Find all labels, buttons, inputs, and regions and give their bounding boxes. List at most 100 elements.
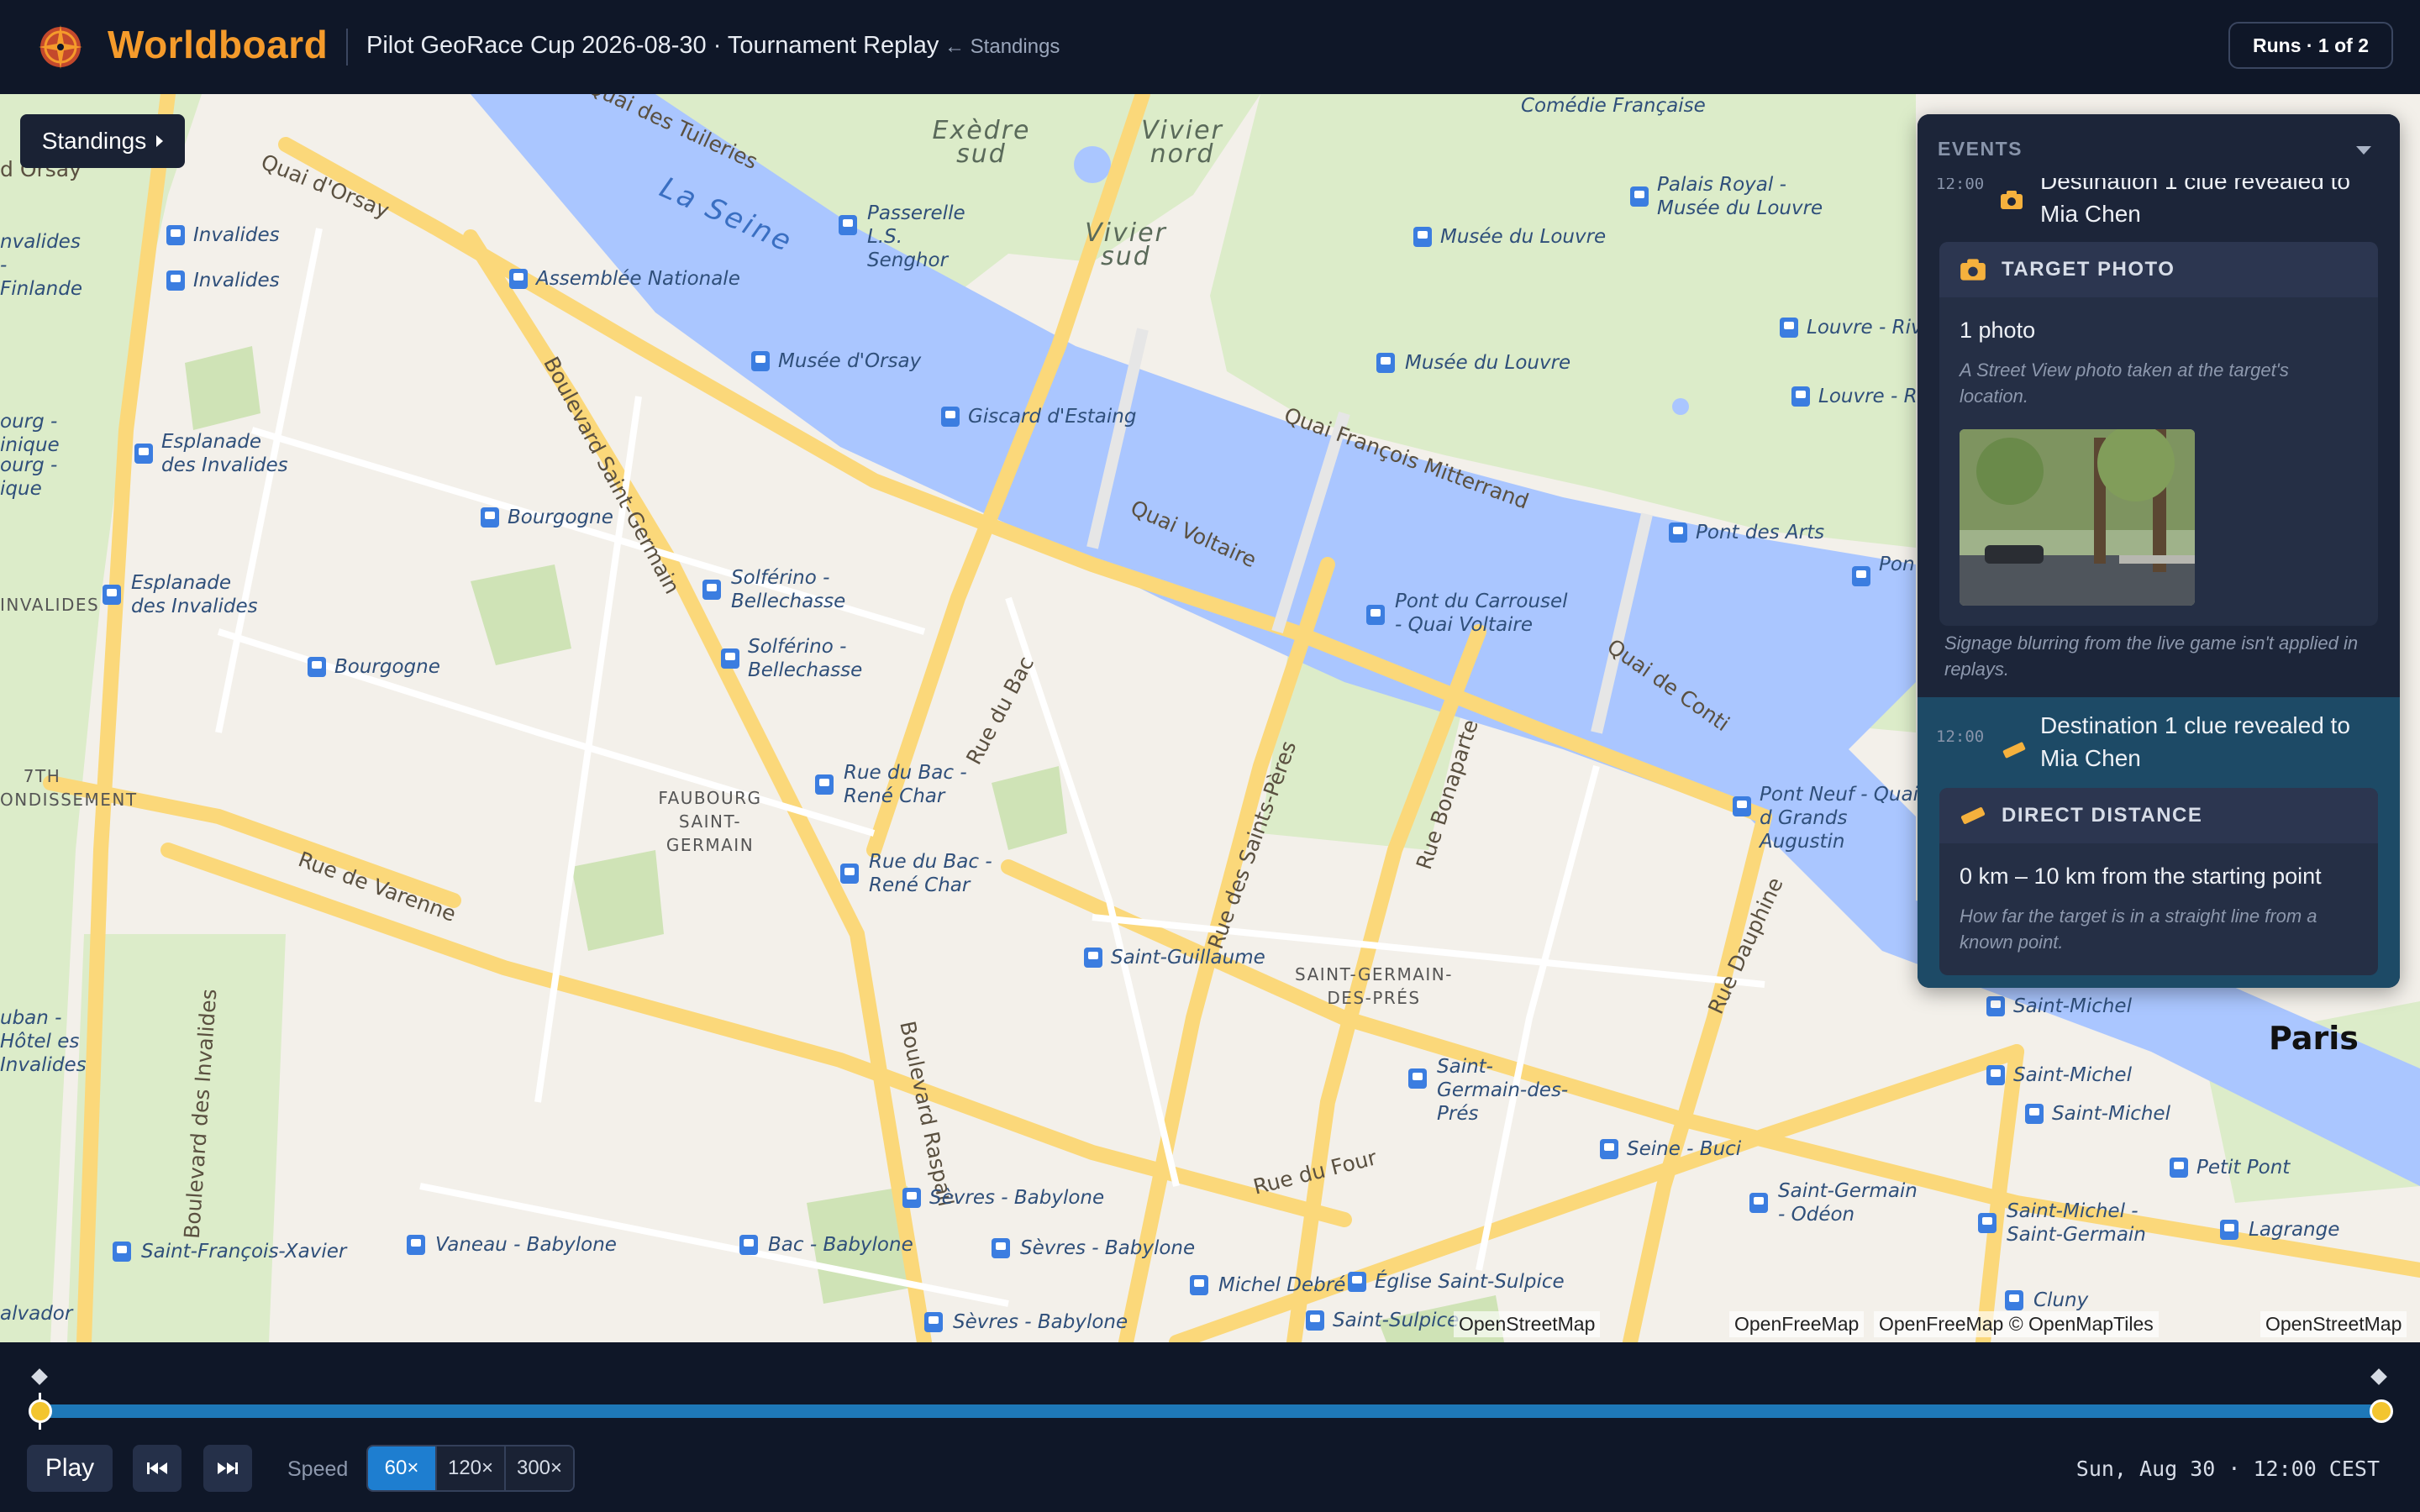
bus-stop-icon[interactable] xyxy=(308,657,326,677)
station-label: Musée du Louvre xyxy=(1405,352,1571,374)
bus-stop-icon[interactable] xyxy=(815,774,834,795)
bus-stop-icon[interactable] xyxy=(1366,605,1385,625)
back-to-standings-link[interactable]: ← Standings xyxy=(944,35,1060,59)
station-label: Saint-Michel xyxy=(2013,995,2132,1017)
end-marker-icon[interactable] xyxy=(2370,1368,2387,1385)
bus-stop-icon[interactable] xyxy=(1733,796,1751,816)
bus-stop-icon[interactable] xyxy=(113,1242,131,1262)
station-label: Solférino - Bellechasse xyxy=(731,567,846,612)
station-label: Saint-Sulpice xyxy=(1333,1310,1460,1331)
bus-stop-icon[interactable] xyxy=(1413,227,1432,247)
map-attribution[interactable]: OpenStreetMap xyxy=(2260,1311,2407,1337)
bus-stop-icon[interactable] xyxy=(103,585,121,605)
bus-stop-icon[interactable] xyxy=(739,1235,758,1255)
brand-name[interactable]: Worldboard xyxy=(108,22,328,67)
bus-stop-icon[interactable] xyxy=(1978,1213,1996,1233)
card-title: TARGET PHOTO xyxy=(2002,258,2175,281)
bus-stop-icon[interactable] xyxy=(721,648,739,669)
street-view-photo[interactable] xyxy=(1960,429,2195,606)
station-label: Seine - Buci xyxy=(1627,1138,1742,1160)
standings-toggle-button[interactable]: Standings xyxy=(20,114,185,168)
card-description: How far the target is in a straight line… xyxy=(1960,906,2317,953)
card-value: 0 km – 10 km from the starting point xyxy=(1960,864,2322,889)
skip-forward-button[interactable] xyxy=(203,1445,252,1492)
bus-stop-icon[interactable] xyxy=(166,225,185,245)
bus-stop-icon[interactable] xyxy=(840,864,859,884)
bus-stop-icon[interactable] xyxy=(2005,1290,2023,1310)
station-label: Louvre - Riv xyxy=(1807,317,1923,339)
station-label: uban - Hôtel es Invalides xyxy=(0,1007,87,1076)
bus-stop-icon[interactable] xyxy=(1306,1310,1324,1331)
speed-option-60[interactable]: 60× xyxy=(368,1446,437,1490)
bus-stop-icon[interactable] xyxy=(509,269,528,289)
bus-stop-icon[interactable] xyxy=(902,1188,921,1208)
ruler-icon xyxy=(1960,807,1986,824)
garden-label: Vivier nord xyxy=(1141,116,1223,169)
replay-clock: Sun, Aug 30 · 12:00 CEST xyxy=(2075,1457,2380,1481)
map-attribution[interactable]: OpenStreetMap xyxy=(1454,1311,1601,1337)
bus-stop-icon[interactable] xyxy=(407,1235,425,1255)
timeline-track[interactable] xyxy=(37,1404,2383,1418)
chevron-down-icon[interactable] xyxy=(2356,146,2371,155)
play-button[interactable]: Play xyxy=(27,1445,113,1492)
station-label: Saint-Michel - Saint-Germain xyxy=(2007,1200,2146,1246)
bus-stop-icon[interactable] xyxy=(1852,566,1870,586)
district-label: SAINT-GERMAIN-DES-PRÉS xyxy=(1295,964,1453,1008)
bus-stop-icon[interactable] xyxy=(2220,1220,2238,1240)
bus-stop-icon[interactable] xyxy=(1600,1139,1618,1159)
compass-logo-icon xyxy=(39,25,82,69)
start-marker-icon[interactable] xyxy=(31,1368,48,1385)
bus-stop-icon[interactable] xyxy=(1780,318,1798,338)
skip-forward-icon xyxy=(218,1462,238,1474)
bus-stop-icon[interactable] xyxy=(1630,186,1649,207)
bus-stop-icon[interactable] xyxy=(924,1312,943,1332)
end-handle[interactable] xyxy=(2370,1399,2393,1423)
speed-option-300[interactable]: 300× xyxy=(506,1446,573,1490)
bus-stop-icon[interactable] xyxy=(2025,1104,2044,1124)
events-title: EVENTS xyxy=(1938,138,2023,160)
standings-button-label: Standings xyxy=(41,128,147,154)
station-label: Rue du Bac - René Char xyxy=(869,851,992,896)
bus-stop-icon[interactable] xyxy=(839,215,857,235)
card-header: DIRECT DISTANCE xyxy=(1939,788,2378,843)
speed-option-120[interactable]: 120× xyxy=(437,1446,506,1490)
skip-back-button[interactable] xyxy=(133,1445,182,1492)
bus-stop-icon[interactable] xyxy=(702,580,721,600)
map-attribution[interactable]: OpenFreeMap xyxy=(1729,1311,1865,1337)
events-header[interactable]: EVENTS xyxy=(1918,114,2400,178)
card-value: 1 photo xyxy=(1960,318,2036,343)
bus-stop-icon[interactable] xyxy=(1986,1065,2005,1085)
station-label: Solférino - Bellechasse xyxy=(748,636,863,681)
map-attribution[interactable]: OpenFreeMap © OpenMapTiles xyxy=(1874,1311,2159,1337)
bus-stop-icon[interactable] xyxy=(1986,996,2005,1016)
current-event[interactable]: 12:00 Destination 1 clue revealed to Mia… xyxy=(1918,697,2400,988)
bus-stop-icon[interactable] xyxy=(1669,522,1687,543)
bus-stop-icon[interactable] xyxy=(2170,1158,2188,1178)
bus-stop-icon[interactable] xyxy=(481,507,499,528)
runs-button[interactable]: Runs · 1 of 2 xyxy=(2228,22,2393,69)
station-label: Bac - Babylone xyxy=(768,1234,913,1256)
city-label: Paris xyxy=(2269,1020,2359,1057)
bus-stop-icon[interactable] xyxy=(992,1238,1010,1258)
bus-stop-icon[interactable] xyxy=(941,407,960,427)
station-label: Pont des Arts xyxy=(1696,522,1825,543)
card-title: DIRECT DISTANCE xyxy=(2002,804,2203,827)
bus-stop-icon[interactable] xyxy=(1190,1275,1208,1295)
bus-stop-icon[interactable] xyxy=(1791,386,1810,407)
bus-stop-icon[interactable] xyxy=(1084,948,1102,968)
district-label: INVALIDES xyxy=(0,595,100,615)
station-label: ourg - ique xyxy=(0,454,58,500)
bus-stop-icon[interactable] xyxy=(1348,1272,1366,1292)
bus-stop-icon[interactable] xyxy=(1749,1193,1768,1213)
station-label: Saint-Germain-des-Prés xyxy=(1437,1056,1569,1125)
station-label: Vaneau - Babylone xyxy=(435,1234,617,1256)
bus-stop-icon[interactable] xyxy=(1376,353,1395,373)
events-panel[interactable]: 12:00 Destination 1 clue revealed to Mia… xyxy=(1918,114,2400,988)
station-label: Bourgogne xyxy=(508,507,613,528)
bus-stop-icon[interactable] xyxy=(134,444,153,464)
bus-stop-icon[interactable] xyxy=(1408,1068,1427,1089)
bus-stop-icon[interactable] xyxy=(751,351,770,371)
bus-stop-icon[interactable] xyxy=(166,270,185,291)
playhead-handle[interactable] xyxy=(29,1399,52,1423)
station-label: alvador xyxy=(0,1303,73,1325)
